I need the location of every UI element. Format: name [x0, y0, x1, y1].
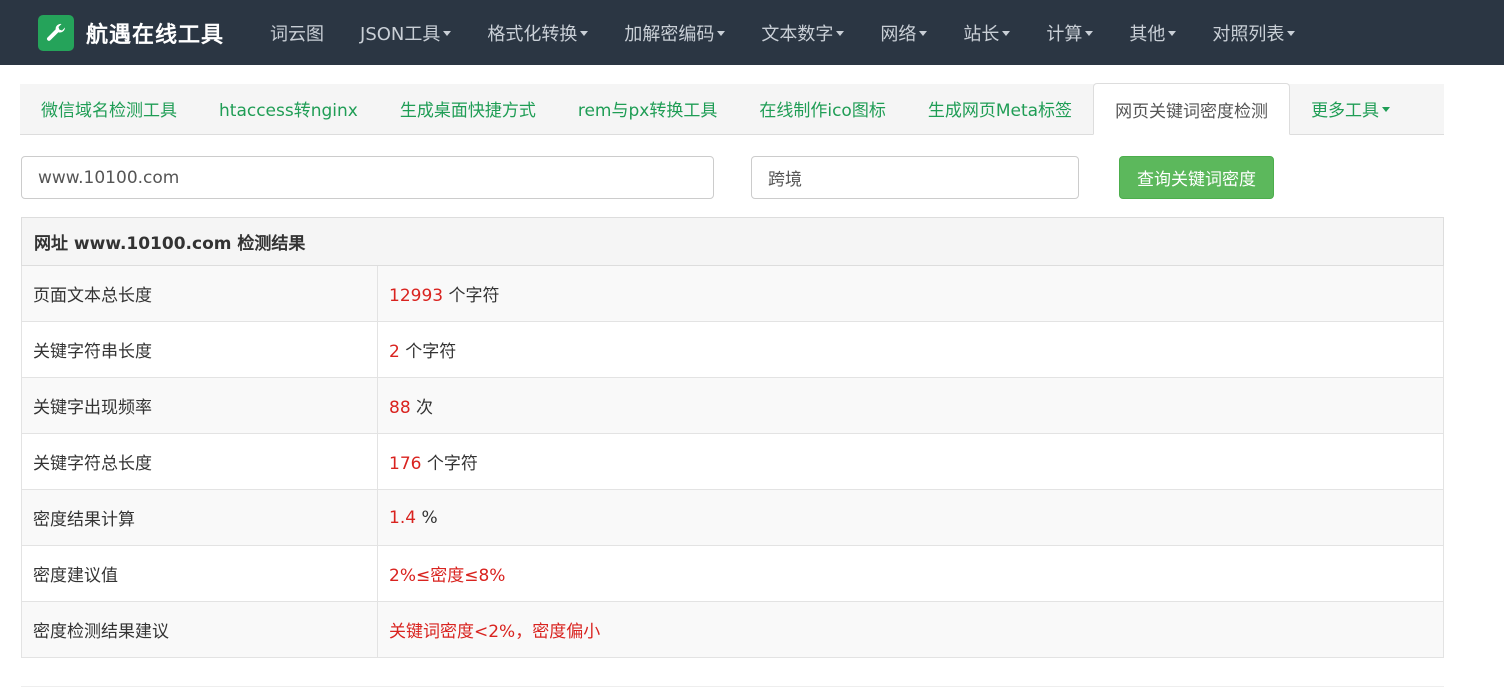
caret-down-icon [443, 31, 452, 36]
caret-down-icon [1002, 31, 1011, 36]
row-label: 密度结果计算 [21, 489, 378, 546]
brand[interactable]: 航遇在线工具 [38, 14, 225, 51]
table-row: 关键字出现频率 88 次 [21, 377, 1444, 434]
tab-label: 生成桌面快捷方式 [399, 101, 536, 121]
row-value: 关键词密度<2%，密度偏小 [389, 622, 601, 642]
row-value: 2%≤密度≤8% [389, 566, 506, 586]
nav-item-label: 词云图 [270, 23, 325, 45]
caret-down-icon [1287, 31, 1296, 36]
nav-item-label: 计算 [1046, 23, 1083, 45]
row-value: 1.4 [389, 507, 417, 528]
row-label: 页面文本总长度 [21, 265, 378, 322]
caret-down-icon [1168, 31, 1177, 36]
row-value: 2 [389, 342, 400, 362]
nav-item-calc[interactable]: 计算 [1028, 0, 1111, 65]
tab-label: 网页关键词密度检测 [1115, 101, 1269, 122]
nav-item-reference[interactable]: 对照列表 [1194, 0, 1313, 65]
nav-item-label: 加解密编码 [624, 23, 715, 45]
row-value: 88 [389, 398, 411, 418]
result-table: 网址 www.10100.com 检测结果 页面文本总长度 12993 个字符 … [21, 217, 1444, 658]
tab-meta-tags[interactable]: 生成网页Meta标签 [907, 83, 1093, 134]
url-input[interactable] [21, 156, 714, 199]
row-value-cell: 88 次 [377, 377, 1444, 434]
table-row: 密度建议值 2%≤密度≤8% [21, 545, 1444, 602]
tab-rem-px[interactable]: rem与px转换工具 [557, 83, 739, 134]
query-density-button[interactable]: 查询关键词密度 [1119, 156, 1274, 199]
row-label: 密度建议值 [21, 545, 378, 602]
row-label: 密度检测结果建议 [21, 601, 378, 658]
table-row: 关键字符总长度 176 个字符 [21, 433, 1444, 490]
table-row: 密度检测结果建议 关键词密度<2%，密度偏小 [21, 601, 1444, 658]
row-value: 12993 [389, 286, 444, 306]
table-row: 密度结果计算 1.4 % [21, 489, 1444, 546]
row-label: 关键字符总长度 [21, 433, 378, 490]
caret-down-icon [836, 31, 845, 36]
nav-item-label: 网络 [880, 23, 917, 45]
row-value: 176 [389, 454, 422, 474]
nav-item-label: 对照列表 [1212, 23, 1285, 45]
row-value-cell: 12993 个字符 [377, 265, 1444, 322]
row-unit: 个字符 [399, 342, 457, 362]
caret-down-icon [717, 31, 726, 36]
wrench-icon [38, 14, 74, 51]
tab-wechat-domain[interactable]: 微信域名检测工具 [20, 83, 198, 134]
row-value-cell: 176 个字符 [377, 433, 1444, 490]
nav-item-format[interactable]: 格式化转换 [469, 0, 606, 65]
top-navbar: 航遇在线工具 词云图 JSON工具 格式化转换 加解密编码 文本数字 网络 站长… [0, 0, 1504, 65]
row-unit: 个字符 [443, 286, 500, 306]
tab-keyword-density[interactable]: 网页关键词密度检测 [1093, 83, 1291, 135]
row-unit: 个字符 [421, 454, 478, 474]
tab-desktop-shortcut[interactable]: 生成桌面快捷方式 [379, 83, 557, 134]
nav-item-text[interactable]: 文本数字 [743, 0, 862, 65]
tab-ico-maker[interactable]: 在线制作ico图标 [738, 83, 906, 134]
tab-label: htaccess转nginx [219, 101, 358, 121]
nav-item-encode[interactable]: 加解密编码 [606, 0, 743, 65]
tab-label: 在线制作ico图标 [759, 101, 886, 121]
nav-item-label: 站长 [963, 23, 1000, 45]
tab-label: rem与px转换工具 [577, 101, 718, 121]
tab-htaccess-nginx[interactable]: htaccess转nginx [198, 83, 379, 134]
caret-down-icon [580, 31, 589, 36]
tab-label: 微信域名检测工具 [41, 101, 177, 121]
result-header: 网址 www.10100.com 检测结果 [21, 217, 1444, 266]
nav-item-json[interactable]: JSON工具 [342, 0, 469, 65]
row-value-cell: 2 个字符 [377, 321, 1444, 378]
tab-label: 更多工具 [1311, 101, 1380, 121]
row-value-cell: 2%≤密度≤8% [377, 545, 1444, 602]
tab-more-tools[interactable]: 更多工具 [1290, 83, 1411, 134]
nav-item-label: 文本数字 [761, 23, 834, 45]
nav-item-label: 格式化转换 [487, 23, 578, 45]
tab-label: 生成网页Meta标签 [927, 101, 1073, 121]
row-value-cell: 关键词密度<2%，密度偏小 [377, 601, 1444, 658]
nav-item-label: 其他 [1129, 23, 1166, 45]
row-value-cell: 1.4 % [377, 489, 1444, 546]
nav-item-network[interactable]: 网络 [862, 0, 945, 65]
main-nav: 词云图 JSON工具 格式化转换 加解密编码 文本数字 网络 站长 计算 其他 … [252, 0, 1313, 65]
table-row: 关键字符串长度 2 个字符 [21, 321, 1444, 378]
row-unit: 次 [410, 398, 434, 418]
tool-tabs: 微信域名检测工具 htaccess转nginx 生成桌面快捷方式 rem与px转… [20, 83, 1444, 135]
keyword-input[interactable] [751, 156, 1079, 199]
row-label: 关键字出现频率 [21, 377, 378, 434]
nav-item-other[interactable]: 其他 [1111, 0, 1194, 65]
row-unit: % [416, 507, 438, 528]
brand-title: 航遇在线工具 [86, 22, 225, 48]
nav-item-webmaster[interactable]: 站长 [945, 0, 1028, 65]
nav-item-label: JSON工具 [360, 23, 441, 45]
caret-down-icon [1085, 31, 1094, 36]
nav-item-wordcloud[interactable]: 词云图 [252, 0, 342, 65]
caret-down-icon [1382, 107, 1391, 112]
divider [21, 686, 1444, 687]
row-label: 关键字符串长度 [21, 321, 378, 378]
table-row: 页面文本总长度 12993 个字符 [21, 265, 1444, 322]
caret-down-icon [919, 31, 928, 36]
